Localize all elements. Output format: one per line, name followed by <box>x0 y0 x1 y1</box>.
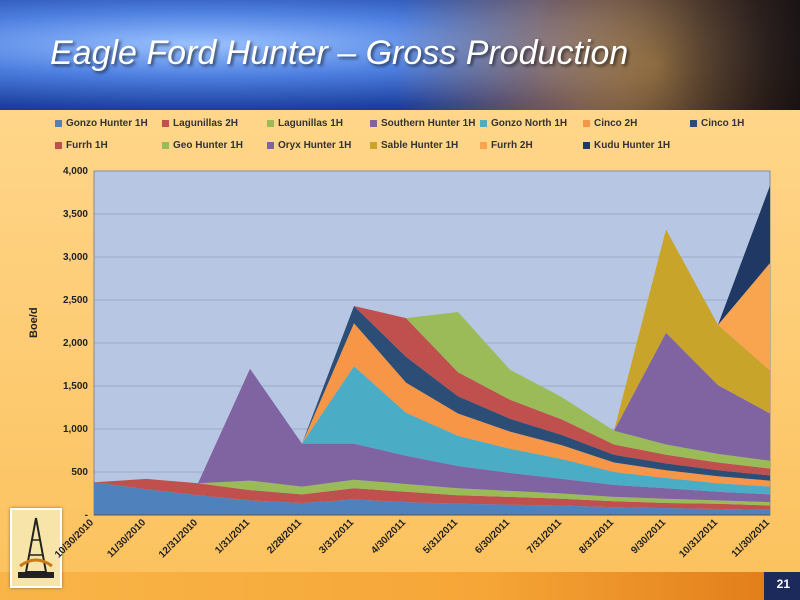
y-tick-label: 3,500 <box>63 209 88 220</box>
y-tick-label: 2,500 <box>63 295 88 306</box>
x-tick-label: 5/31/2011 <box>421 517 460 556</box>
y-tick-label: 500 <box>71 467 88 478</box>
x-tick-label: 4/30/2011 <box>369 517 408 556</box>
x-tick-label: 6/30/2011 <box>473 517 512 556</box>
x-tick-label: 11/30/2010 <box>105 517 148 560</box>
x-tick-label: 9/30/2011 <box>629 517 668 556</box>
x-tick-label: 10/31/2011 <box>677 517 720 560</box>
x-tick-label: 10/30/2010 <box>53 517 96 560</box>
y-tick-label: 3,000 <box>63 252 88 263</box>
x-tick-label: 8/31/2011 <box>577 517 616 556</box>
x-tick-label: 1/31/2011 <box>213 517 252 556</box>
y-tick-label: 2,000 <box>63 338 88 349</box>
y-tick-label: 4,000 <box>63 166 88 177</box>
x-tick-label: 7/31/2011 <box>525 517 564 556</box>
y-tick-label: 1,000 <box>63 424 88 435</box>
x-tick-label: 2/28/2011 <box>265 517 304 556</box>
y-tick-label: 1,500 <box>63 381 88 392</box>
x-tick-label: 3/31/2011 <box>317 517 356 556</box>
x-tick-label: 11/30/2011 <box>730 517 773 560</box>
production-chart: -5001,0001,5002,0002,5003,0003,5004,0001… <box>53 166 773 561</box>
x-tick-label: 12/31/2010 <box>157 517 200 560</box>
